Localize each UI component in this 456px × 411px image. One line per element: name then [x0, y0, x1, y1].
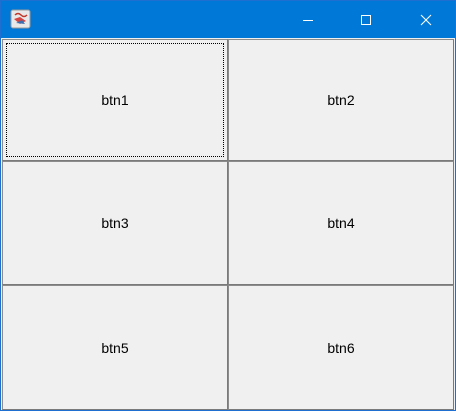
- btn1-label: btn1: [101, 92, 129, 108]
- btn4-label: btn4: [327, 215, 355, 231]
- btn6-button[interactable]: btn6: [228, 285, 454, 410]
- content-pane: btn1 btn2 btn3 btn4 btn5 btn6: [2, 39, 454, 410]
- close-button[interactable]: [397, 1, 455, 38]
- btn3-label: btn3: [101, 215, 129, 231]
- close-icon: [420, 14, 432, 25]
- btn5-label: btn5: [101, 339, 129, 356]
- title-bar[interactable]: [1, 1, 455, 38]
- btn2-button[interactable]: btn2: [228, 39, 454, 161]
- btn5-button[interactable]: btn5: [2, 285, 228, 410]
- maximize-button[interactable]: [337, 1, 395, 38]
- button-grid: btn1 btn2 btn3 btn4 btn5 btn6: [2, 39, 454, 410]
- java-cup-icon: [10, 9, 31, 29]
- app-window: btn1 btn2 btn3 btn4 btn5 btn6: [0, 0, 456, 411]
- btn1-button[interactable]: btn1: [2, 39, 228, 161]
- btn6-label: btn6: [327, 339, 355, 356]
- btn4-button[interactable]: btn4: [228, 161, 454, 285]
- minimize-icon: [303, 19, 313, 21]
- maximize-icon: [361, 14, 371, 25]
- btn2-label: btn2: [327, 92, 355, 108]
- btn3-button[interactable]: btn3: [2, 161, 228, 285]
- minimize-button[interactable]: [279, 1, 337, 38]
